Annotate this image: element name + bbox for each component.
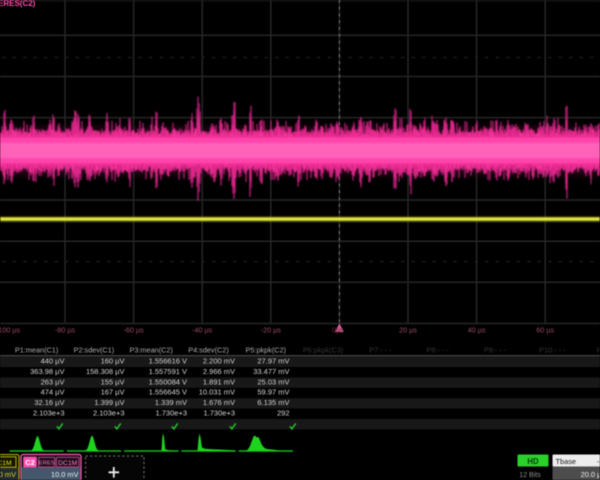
svg-text:DC1M: DC1M — [58, 460, 78, 467]
svg-text:1.556645 V: 1.556645 V — [149, 388, 187, 397]
svg-text:P1:mean(C1): P1:mean(C1) — [15, 345, 58, 354]
svg-text:363.98 µV: 363.98 µV — [30, 367, 64, 376]
svg-text:P6:pkpk(C3): P6:pkpk(C3) — [303, 345, 344, 354]
svg-text:60 µs: 60 µs — [536, 326, 554, 335]
svg-text:1.730e+3: 1.730e+3 — [156, 409, 188, 418]
svg-text:2.966 mV: 2.966 mV — [203, 367, 235, 376]
svg-text:1.399 µV: 1.399 µV — [94, 398, 124, 407]
svg-text:25.03 mV: 25.03 mV — [257, 377, 289, 386]
svg-text:40 µs: 40 µs — [468, 326, 486, 335]
svg-text:-60 µs: -60 µs — [124, 326, 145, 335]
svg-text:1.676 mV: 1.676 mV — [203, 398, 235, 407]
svg-text:6.135 mV: 6.135 mV — [257, 398, 289, 407]
svg-text:Tbase: Tbase — [556, 457, 577, 466]
svg-text:1.557591 V: 1.557591 V — [149, 367, 187, 376]
svg-text:440 µV: 440 µV — [41, 357, 65, 366]
svg-text:-40 µs: -40 µs — [192, 326, 213, 335]
svg-text:2.103e+3: 2.103e+3 — [33, 409, 65, 418]
svg-text:12 Bits: 12 Bits — [519, 472, 541, 479]
svg-text:P3:mean(C2): P3:mean(C2) — [129, 345, 172, 354]
svg-text:-100 µs: -100 µs — [0, 326, 21, 335]
svg-text:P2:sdev(C1): P2:sdev(C1) — [74, 345, 115, 354]
svg-text:P9:- - -: P9:- - - — [484, 345, 507, 354]
svg-text:-80 µs: -80 µs — [55, 326, 76, 335]
svg-text:1.891 mV: 1.891 mV — [203, 377, 235, 386]
svg-text:P8:- - -: P8:- - - — [427, 345, 450, 354]
svg-text:0µs: 0µs — [332, 326, 344, 335]
svg-text:1.339 mV: 1.339 mV — [155, 398, 187, 407]
svg-text:160 µV: 160 µV — [101, 357, 125, 366]
svg-text:C2: C2 — [25, 458, 35, 467]
svg-text:1.550084 V: 1.550084 V — [149, 377, 187, 386]
svg-text:10.0 mV: 10.0 mV — [51, 470, 79, 479]
svg-text:167 µV: 167 µV — [101, 388, 125, 397]
svg-text:P7:- - -: P7:- - - — [369, 345, 392, 354]
svg-text:292: 292 — [277, 409, 290, 418]
svg-text:P10:- - -: P10:- - - — [539, 345, 566, 354]
svg-text:2.200 mV: 2.200 mV — [203, 357, 235, 366]
svg-text:DC1M: DC1M — [0, 460, 12, 467]
svg-text:1.556616 V: 1.556616 V — [149, 357, 187, 366]
svg-text:474 µV: 474 µV — [41, 388, 65, 397]
svg-text:263 µV: 263 µV — [41, 377, 65, 386]
svg-text:-20 µs: -20 µs — [261, 326, 282, 335]
svg-text:50.0 mV: 50.0 mV — [0, 470, 16, 479]
svg-text:1.730e+3: 1.730e+3 — [204, 409, 236, 418]
svg-text:P4:sdev(C2): P4:sdev(C2) — [188, 345, 229, 354]
svg-text:158.308 µV: 158.308 µV — [86, 367, 125, 376]
svg-text:ERES(C2): ERES(C2) — [0, 0, 36, 8]
svg-text:ERES: ERES — [39, 461, 55, 467]
svg-text:20 µs: 20 µs — [399, 326, 417, 335]
svg-text:P5:pkpk(C2): P5:pkpk(C2) — [246, 345, 287, 354]
svg-text:10.031 mV: 10.031 mV — [199, 388, 235, 397]
svg-text:155 µV: 155 µV — [101, 377, 125, 386]
svg-text:2.103e+3: 2.103e+3 — [93, 409, 125, 418]
svg-text:32.16 µV: 32.16 µV — [34, 398, 64, 407]
svg-text:27.97 mV: 27.97 mV — [257, 357, 289, 366]
svg-text:33.477 mV: 33.477 mV — [253, 367, 289, 376]
svg-text:59.97 mV: 59.97 mV — [257, 388, 289, 397]
svg-text:HD: HD — [527, 457, 539, 466]
svg-text:20.0 µs: 20.0 µs — [581, 470, 600, 479]
